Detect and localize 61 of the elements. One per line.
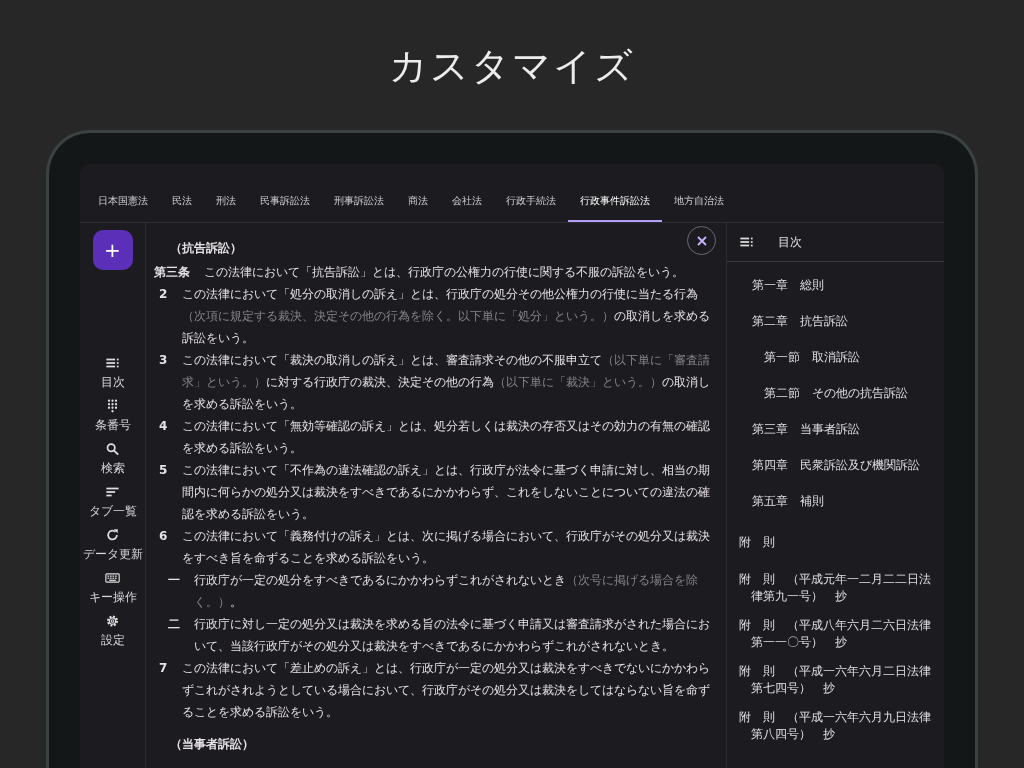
paragraph-text: 行政庁に対し一定の処分又は裁決を求める旨の法令に基づく申請又は審査請求がされた場合において、当該行政庁がその処分又は裁決をすべきであるにかかわらずこれがされないとき。 [194, 616, 712, 655]
law-tab[interactable]: 刑事訴訟法 [322, 186, 396, 222]
law-tab[interactable]: 会社法 [440, 186, 494, 222]
toc-item[interactable]: 附 則 （平成元年一二月二二日法律第九一号） 抄 [727, 567, 944, 609]
law-tab[interactable]: 刑法 [204, 186, 248, 222]
list-icon [739, 235, 754, 249]
paragraph-text: 行政庁が一定の処分をすべきであるにかかわらずこれがされないとき（次号に掲げる場合を除く。）。 [194, 572, 700, 611]
toc-item[interactable]: 第五章 補則 [727, 484, 944, 520]
nav-label[interactable]: 検索 [100, 460, 125, 477]
toc-item[interactable]: 附 則 （平成一六年六月二日法律第七四号） 抄 [727, 659, 944, 701]
paragraph-number: 4 [159, 418, 168, 435]
nav-label[interactable]: データ更新 [82, 546, 143, 563]
law-tab[interactable]: 日本国憲法 [86, 186, 160, 222]
keyboard-icon[interactable] [105, 571, 120, 585]
toc-title: 目次 [778, 234, 802, 250]
law-tab[interactable]: 地方自治法 [662, 186, 736, 222]
paragraph-text: この法律において「不作為の違法確認の訴え」とは、行政庁が法令に基づく申請に対し、相当の期間内に何らかの処分又は裁決をすべきであるにかかわらず、これをしないことについての違法の確認を求める訴訟をいう。 [181, 462, 711, 523]
nav-label[interactable]: タブ一覧 [88, 503, 137, 520]
settings-icon[interactable] [105, 614, 120, 628]
toc-item[interactable]: 第一節 取消訴訟 [727, 340, 944, 376]
paragraph-number: 3 [159, 352, 168, 369]
toc-item[interactable]: 附 則 （平成八年六月二六日法律第一一〇号） 抄 [727, 613, 944, 655]
law-tab[interactable]: 行政事件訴訟法 [568, 186, 662, 222]
paragraph-number: 第三条 [154, 264, 190, 281]
nav-label[interactable]: 設定 [100, 632, 125, 649]
paragraph-number: 7 [159, 660, 168, 677]
paragraph-number: 2 [159, 286, 168, 303]
paragraph-number: 一 [168, 572, 180, 589]
paragraph-number: 二 [168, 616, 180, 633]
nav-label[interactable]: キー操作 [88, 589, 137, 606]
paragraph-number: 5 [159, 462, 168, 479]
law-tab[interactable]: 商法 [396, 186, 440, 222]
paragraph-number: 6 [159, 528, 168, 545]
nav-label[interactable]: 条番号 [94, 417, 131, 434]
dot-grid-icon[interactable] [105, 399, 120, 413]
law-tab[interactable]: 民法 [160, 186, 204, 222]
toc-item[interactable]: 第三章 当事者訴訟 [727, 412, 944, 448]
toc-item[interactable]: 第二章 抗告訴訟 [727, 304, 944, 340]
paragraph-text: この法律において「義務付けの訴え」とは、次に掲げる場合において、行政庁がその処分又は裁決をすべき旨を命ずることを求める訴訟をいう。 [181, 528, 711, 567]
article-caption: （当事者訴訟） [170, 736, 254, 753]
paragraph-text: この法律において「抗告訴訟」とは、行政庁の公権力の行使に関する不服の訴訟をいう。 [204, 264, 686, 281]
paragraph-text: この法律において「処分の取消しの訴え」とは、行政庁の処分その他公権力の行使に当たる行為 （次項に規定する裁決、決定その他の行為を除く。以下単に「処分」という。）の取消しを求める訴訟をいう。 [181, 286, 711, 347]
search-icon[interactable] [105, 442, 120, 456]
toc-item[interactable]: 附 則 [727, 530, 944, 555]
law-tab[interactable]: 行政手続法 [494, 186, 568, 222]
toc-item[interactable]: 第二節 その他の抗告訴訟 [727, 376, 944, 412]
toc-item[interactable]: 第一章 総則 [727, 268, 944, 304]
nav-label[interactable]: 目次 [100, 374, 125, 391]
refresh-icon[interactable] [105, 528, 120, 542]
sort-lines-icon[interactable] [105, 485, 120, 499]
page-title: カスタマイズ [388, 43, 636, 90]
toc-item[interactable]: 附 則 （平成一六年六月九日法律第八四号） 抄 [727, 705, 944, 747]
add-button[interactable]: + [92, 230, 133, 270]
paragraph-text: この法律において「無効等確認の訴え」とは、処分若しくは裁決の存否又はその効力の有無の確認を求める訴訟をいう。 [181, 418, 711, 457]
close-icon[interactable] [695, 234, 708, 247]
toc-item[interactable]: 第四章 民衆訴訟及び機関訴訟 [727, 448, 944, 484]
paragraph-text: この法律において「裁決の取消しの訴え」とは、審査請求その他の不服申立て（以下単に「審査請求」という。）に対する行政庁の裁決、決定その他の行為（以下単に「裁決」という。）の取消しを求める訴訟をいう。 [181, 352, 711, 413]
list-icon[interactable] [105, 356, 120, 370]
article-caption: （抗告訴訟） [170, 240, 242, 257]
paragraph-text: この法律において「差止めの訴え」とは、行政庁が一定の処分又は裁決をすべきでないにかかわらずこれがされようとしている場合において、行政庁がその処分又は裁決をしてはならない旨を命ずることを求める訴訟をいう。 [181, 660, 711, 721]
law-tab[interactable]: 民事訴訟法 [248, 186, 322, 222]
